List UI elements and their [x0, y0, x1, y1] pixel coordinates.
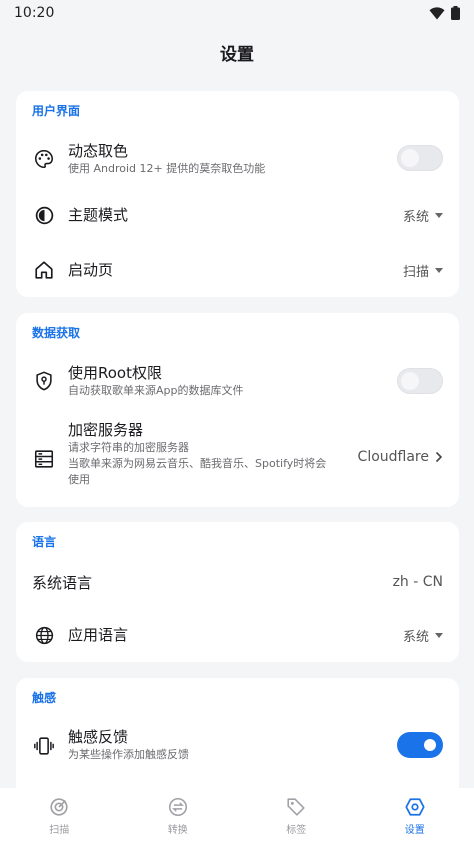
- section-header-data: 数据获取: [32, 326, 81, 340]
- haptic-feedback-toggle[interactable]: [397, 732, 443, 758]
- globe-icon: [32, 623, 56, 647]
- encrypt-server-row[interactable]: 加密服务器 请求字符串的加密服务器 当歌单来源为网易云音乐、酷我音乐、Spoti…: [16, 411, 459, 507]
- bottom-nav: 扫描 转换 标签 设置: [0, 788, 474, 844]
- start-page-row[interactable]: 启动页 扫描: [16, 243, 459, 297]
- wifi-icon: [429, 6, 445, 19]
- chevron-down-icon: [435, 633, 443, 638]
- status-time: 10:20: [14, 5, 55, 21]
- dynamic-color-toggle[interactable]: [397, 145, 443, 171]
- app-language-dropdown[interactable]: 系统: [403, 626, 443, 645]
- status-icons: [429, 6, 460, 20]
- nav-label-settings: 设置: [404, 825, 425, 836]
- nav-item-settings[interactable]: 设置: [356, 796, 474, 836]
- nav-label-tag: 标签: [286, 825, 307, 836]
- convert-icon: [168, 797, 187, 817]
- app-language-value: 系统: [402, 630, 429, 645]
- data-section-card: 数据获取 使用Root权限 自动获取歌单来源App的数据库文件 加密服务器 请求…: [16, 313, 459, 507]
- section-header-haptics: 触感: [32, 691, 57, 705]
- system-language-value: zh - CN: [392, 574, 443, 590]
- dynamic-color-title: 动态取色: [68, 142, 129, 160]
- encrypt-server-selector[interactable]: Cloudflare: [358, 449, 443, 465]
- nav-label-scan: 扫描: [49, 825, 70, 836]
- page-title: 设置: [220, 45, 254, 65]
- encrypt-server-title: 加密服务器: [68, 421, 144, 439]
- server-icon: [32, 447, 56, 471]
- toggle-knob: [424, 739, 436, 751]
- status-bar: 10:20: [0, 0, 474, 26]
- root-toggle[interactable]: [397, 368, 443, 394]
- nav-item-scan[interactable]: 扫描: [0, 796, 118, 836]
- encrypt-server-value: Cloudflare: [357, 449, 429, 465]
- nav-item-convert[interactable]: 转换: [119, 796, 237, 836]
- section-header-ui: 用户界面: [32, 104, 81, 118]
- scan-icon: [50, 798, 68, 816]
- encrypt-server-subtitle-1: 请求字符串的加密服务器: [68, 441, 189, 454]
- home-icon: [32, 258, 56, 282]
- ui-section-card: 用户界面 动态取色 使用 Android 12+ 提供的莫奈取色功能 主题模式 …: [16, 91, 459, 297]
- theme-mode-title: 主题模式: [68, 206, 129, 224]
- start-page-value: 扫描: [402, 265, 429, 280]
- nav-item-tag[interactable]: 标签: [237, 796, 355, 836]
- settings-icon: [405, 798, 425, 816]
- contrast-icon: [32, 203, 56, 227]
- system-language-value-wrap: zh - CN: [393, 574, 443, 590]
- haptic-feedback-title: 触感反馈: [68, 728, 129, 746]
- theme-mode-value: 系统: [402, 210, 429, 225]
- chevron-down-icon: [435, 213, 443, 218]
- root-row[interactable]: 使用Root权限 自动获取歌单来源App的数据库文件: [16, 353, 459, 411]
- encrypt-server-subtitle-3: 使用: [68, 473, 90, 486]
- section-header-language: 语言: [32, 535, 57, 549]
- app-language-row[interactable]: 应用语言 系统: [16, 608, 459, 662]
- chevron-down-icon: [435, 268, 443, 273]
- root-subtitle: 自动获取歌单来源App的数据库文件: [68, 384, 244, 397]
- vibration-icon: [32, 734, 56, 758]
- toggle-knob: [401, 149, 419, 167]
- toggle-knob: [401, 372, 419, 390]
- language-section-card: 语言 系统语言 zh - CN 应用语言 系统: [16, 522, 459, 662]
- haptic-feedback-row[interactable]: 触感反馈 为某些操作添加触感反馈: [16, 718, 459, 774]
- root-title: 使用Root权限: [68, 364, 162, 382]
- theme-mode-dropdown[interactable]: 系统: [403, 206, 443, 225]
- nav-label-convert: 转换: [167, 825, 188, 836]
- app-language-title: 应用语言: [68, 626, 129, 644]
- haptic-feedback-subtitle: 为某些操作添加触感反馈: [68, 748, 189, 761]
- system-language-row: 系统语言 zh - CN: [16, 558, 459, 608]
- start-page-dropdown[interactable]: 扫描: [403, 261, 443, 280]
- dynamic-color-row[interactable]: 动态取色 使用 Android 12+ 提供的莫奈取色功能: [16, 131, 459, 187]
- tag-icon: [287, 798, 305, 816]
- start-page-title: 启动页: [68, 261, 114, 279]
- encrypt-server-subtitle-2: 当歌单来源为网易云音乐、酷我音乐、Spotify时将会: [68, 457, 327, 470]
- shield-key-icon: [32, 369, 56, 393]
- palette-icon: [32, 147, 56, 171]
- dynamic-color-subtitle: 使用 Android 12+ 提供的莫奈取色功能: [68, 162, 266, 175]
- battery-icon: [451, 6, 460, 20]
- system-language-title: 系统语言: [32, 574, 93, 592]
- theme-mode-row[interactable]: 主题模式 系统: [16, 187, 459, 243]
- chevron-right-icon: [435, 451, 443, 463]
